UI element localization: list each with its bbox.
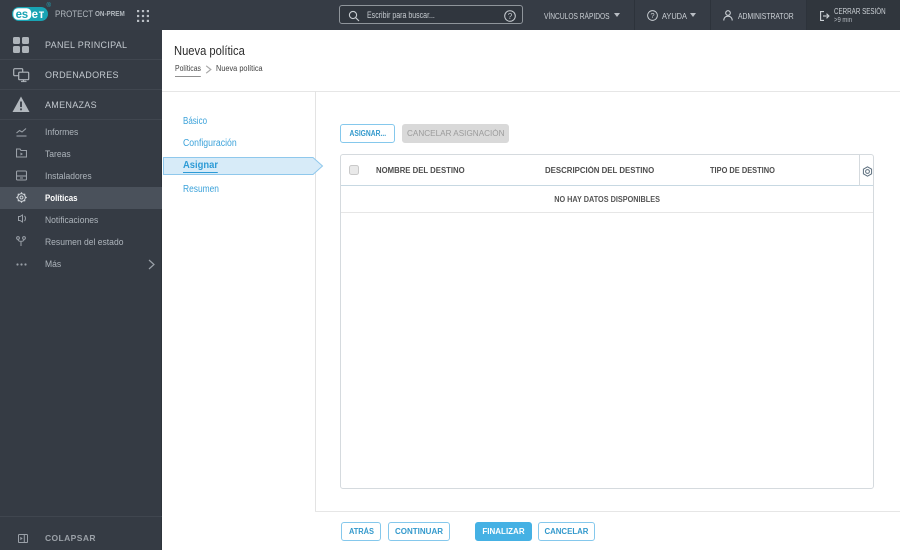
svg-text:es: es	[16, 9, 28, 21]
svg-text:e: e	[32, 9, 38, 21]
svg-text:?: ?	[650, 11, 654, 20]
svg-text:т: т	[39, 9, 45, 21]
svg-text:?: ?	[508, 11, 513, 20]
